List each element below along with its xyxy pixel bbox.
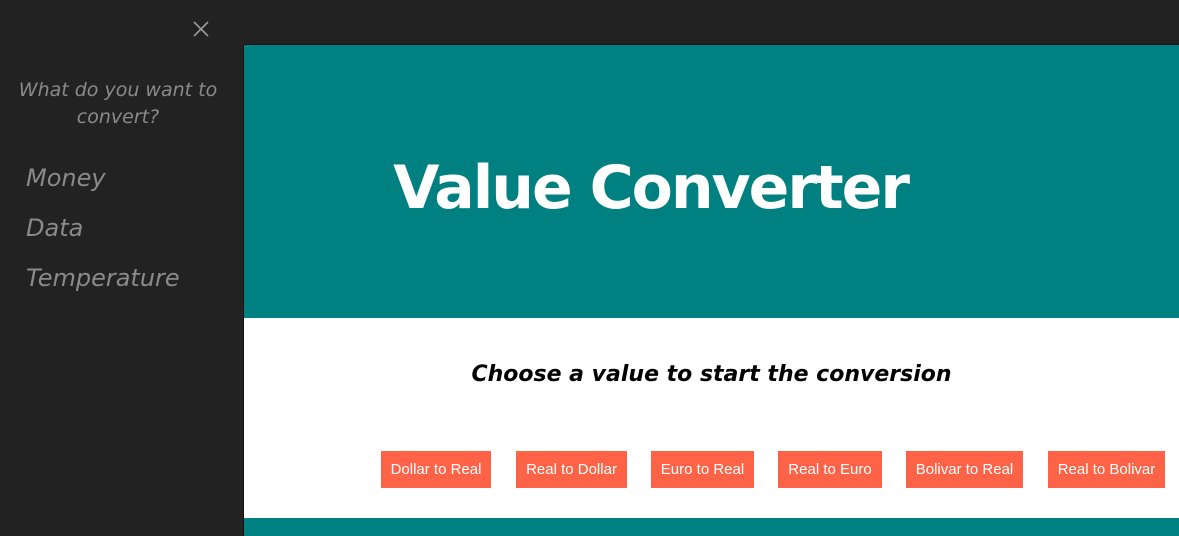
sidebar-item-temperature[interactable]: Temperature (26, 263, 180, 293)
euro-to-real-button[interactable]: Euro to Real (651, 451, 754, 488)
page-title: Value Converter (393, 153, 910, 223)
footer-bar (244, 518, 1179, 536)
main-content: Value Converter Choose a value to start … (243, 44, 1179, 536)
real-to-bolivar-button[interactable]: Real to Bolivar (1048, 451, 1165, 488)
sidebar-question: What do you want to convert? (18, 79, 218, 128)
dollar-to-real-button[interactable]: Dollar to Real (381, 451, 491, 488)
bolivar-to-real-button[interactable]: Bolivar to Real (906, 451, 1023, 488)
conversion-prompt: Choose a value to start the conversion (471, 362, 952, 387)
hero-banner: Value Converter (244, 45, 1179, 318)
sidebar: What do you want to convert? Money Data … (0, 0, 243, 535)
real-to-dollar-button[interactable]: Real to Dollar (516, 451, 627, 488)
close-icon[interactable] (190, 18, 212, 40)
real-to-euro-button[interactable]: Real to Euro (778, 451, 882, 488)
